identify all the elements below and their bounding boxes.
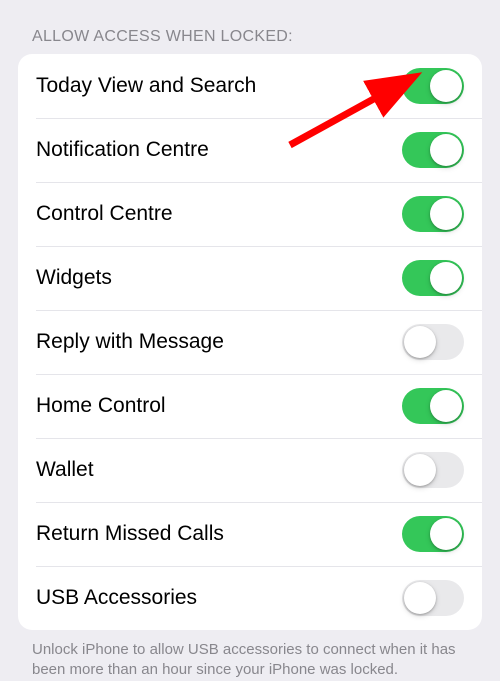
toggle-widgets[interactable]: [402, 260, 464, 296]
row-label: USB Accessories: [36, 586, 197, 610]
row-label: Notification Centre: [36, 138, 209, 162]
row-label: Home Control: [36, 394, 166, 418]
row-label: Widgets: [36, 266, 112, 290]
toggle-return-missed-calls[interactable]: [402, 516, 464, 552]
toggle-knob: [404, 326, 436, 358]
toggle-knob: [430, 134, 462, 166]
toggle-knob: [430, 390, 462, 422]
toggle-notification-centre[interactable]: [402, 132, 464, 168]
row-widgets: Widgets: [18, 246, 482, 310]
settings-list: Today View and Search Notification Centr…: [18, 54, 482, 630]
toggle-home-control[interactable]: [402, 388, 464, 424]
toggle-knob: [430, 262, 462, 294]
row-reply-with-message: Reply with Message: [18, 310, 482, 374]
section-header-allow-access: Allow Access When Locked:: [0, 0, 500, 54]
toggle-knob: [430, 518, 462, 550]
row-label: Today View and Search: [36, 74, 256, 98]
toggle-knob: [430, 198, 462, 230]
row-home-control: Home Control: [18, 374, 482, 438]
toggle-usb-accessories[interactable]: [402, 580, 464, 616]
row-label: Return Missed Calls: [36, 522, 224, 546]
row-label: Reply with Message: [36, 330, 224, 354]
row-wallet: Wallet: [18, 438, 482, 502]
toggle-knob: [404, 454, 436, 486]
toggle-knob: [404, 582, 436, 614]
toggle-reply-with-message[interactable]: [402, 324, 464, 360]
row-usb-accessories: USB Accessories: [18, 566, 482, 630]
toggle-control-centre[interactable]: [402, 196, 464, 232]
toggle-wallet[interactable]: [402, 452, 464, 488]
toggle-knob: [430, 70, 462, 102]
toggle-today-view-search[interactable]: [402, 68, 464, 104]
row-label: Wallet: [36, 458, 94, 482]
row-control-centre: Control Centre: [18, 182, 482, 246]
row-notification-centre: Notification Centre: [18, 118, 482, 182]
row-label: Control Centre: [36, 202, 173, 226]
section-footer-usb-note: Unlock iPhone to allow USB accessories t…: [0, 630, 500, 681]
row-today-view-search: Today View and Search: [18, 54, 482, 118]
row-return-missed-calls: Return Missed Calls: [18, 502, 482, 566]
